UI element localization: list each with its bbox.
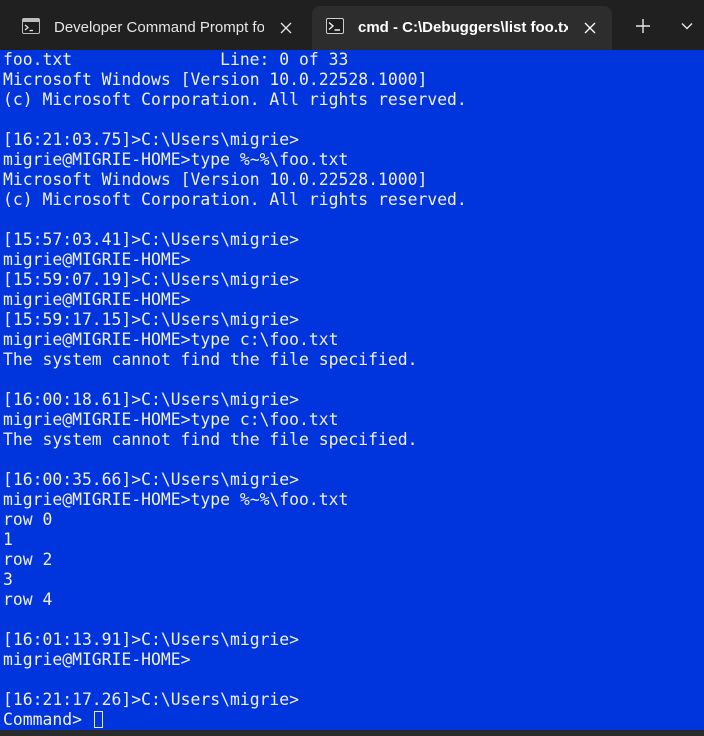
terminal-line: row 0 [3,510,53,529]
terminal-line: [15:59:17.15]>C:\Users\migrie> [3,310,300,329]
status-line: foo.txt Line: 0 of 33 [3,50,703,70]
terminal-line: [16:21:03.75]>C:\Users\migrie> [3,130,300,149]
terminal-line: migrie@MIGRIE-HOME>type %~%\foo.txt [3,490,349,509]
terminal-line: migrie@MIGRIE-HOME> [3,650,191,669]
tab-developer-command-prompt[interactable]: Developer Command Prompt for VS [8,6,308,50]
terminal-output[interactable]: foo.txt Line: 0 of 33 Microsoft Windows [… [0,50,704,730]
terminal-line: (c) Microsoft Corporation. All rights re… [3,90,467,109]
terminal-line: Microsoft Windows [Version 10.0.22528.10… [3,70,428,89]
terminal-line: [16:21:17.26]>C:\Users\migrie> [3,690,300,709]
tab-cmd-list[interactable]: cmd - C:\Debuggers\list foo.txt [312,6,612,50]
new-tab-button[interactable] [626,12,660,40]
terminal-line: migrie@MIGRIE-HOME> [3,290,191,309]
command-input-line[interactable]: Command> [3,710,703,730]
developer-prompt-icon [22,18,40,34]
terminal-line: migrie@MIGRIE-HOME>type %~%\foo.txt [3,150,349,169]
terminal-line: The system cannot find the file specifie… [3,430,418,449]
terminal-line: (c) Microsoft Corporation. All rights re… [3,190,467,209]
terminal-text: foo.txt Line: 0 of 33 Microsoft Windows [… [3,50,703,730]
terminal-line: migrie@MIGRIE-HOME> [3,250,191,269]
window-bottom-edge [0,730,704,736]
cmd-icon [326,18,344,34]
close-icon[interactable] [580,18,600,38]
status-filename: foo.txt [3,50,73,69]
terminal-line: [16:00:18.61]>C:\Users\migrie> [3,390,300,409]
text-cursor [93,711,103,728]
status-position: Line: 0 of 33 [220,50,349,69]
close-icon[interactable] [276,18,296,38]
terminal-line: 1 [3,530,13,549]
tab-bar: Developer Command Prompt for VS cmd - C:… [0,0,704,50]
tab-title: cmd - C:\Debuggers\list foo.txt [358,19,568,36]
terminal-line: row 2 [3,550,53,569]
terminal-line: 3 [3,570,13,589]
terminal-line: migrie@MIGRIE-HOME>type c:\foo.txt [3,330,339,349]
tab-title: Developer Command Prompt for VS [54,19,264,36]
terminal-line: migrie@MIGRIE-HOME>type c:\foo.txt [3,410,339,429]
terminal-line: Microsoft Windows [Version 10.0.22528.10… [3,170,428,189]
terminal-window: Developer Command Prompt for VS cmd - C:… [0,0,704,736]
terminal-line: [16:01:13.91]>C:\Users\migrie> [3,630,300,649]
chevron-down-icon [681,23,693,30]
terminal-line: [16:00:35.66]>C:\Users\migrie> [3,470,300,489]
plus-icon [636,19,650,33]
terminal-line: [15:59:07.19]>C:\Users\migrie> [3,270,300,289]
terminal-line: The system cannot find the file specifie… [3,350,418,369]
terminal-line: [15:57:03.41]>C:\Users\migrie> [3,230,300,249]
terminal-line: row 4 [3,590,53,609]
tab-dropdown-button[interactable] [670,12,704,40]
command-prompt-label: Command> [3,710,92,729]
